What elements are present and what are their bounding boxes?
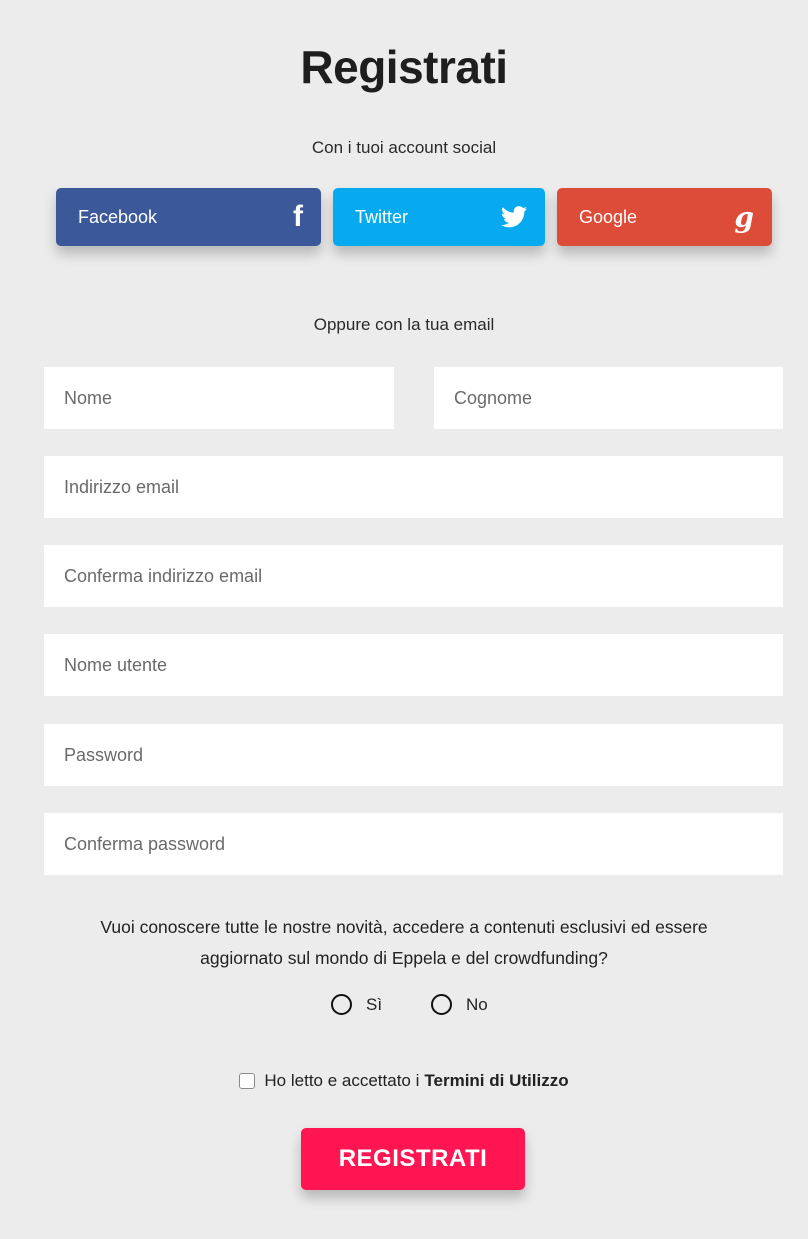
username-input[interactable] bbox=[44, 634, 783, 696]
social-heading: Con i tuoi account social bbox=[311, 138, 497, 157]
newsletter-yes-option[interactable]: Sì bbox=[331, 994, 382, 1015]
newsletter-yes-label: Sì bbox=[366, 994, 383, 1014]
terms-checkbox[interactable] bbox=[239, 1073, 256, 1089]
last-name-input[interactable] bbox=[434, 367, 783, 429]
newsletter-question-line1: Vuoi conoscere tutte le nostre novità, a… bbox=[100, 917, 708, 937]
email-confirm-input[interactable] bbox=[44, 545, 783, 607]
terms-prefix: Ho letto e accettato i bbox=[264, 1071, 420, 1090]
terms-link[interactable]: Termini di Utilizzo bbox=[424, 1071, 568, 1091]
password-input[interactable] bbox=[44, 724, 783, 786]
google-button[interactable]: Google g bbox=[557, 188, 772, 246]
newsletter-question: Vuoi conoscere tutte le nostre novità, a… bbox=[40, 912, 768, 974]
newsletter-no-option[interactable]: No bbox=[431, 994, 488, 1015]
register-button[interactable]: REGISTRATI bbox=[301, 1128, 525, 1190]
newsletter-question-line2: aggiornato sul mondo di Eppela e del cro… bbox=[200, 948, 608, 968]
email-heading: Oppure con la tua email bbox=[313, 315, 495, 334]
terms-row: Ho letto e accettato i Termini di Utiliz… bbox=[0, 1071, 808, 1091]
newsletter-yes-radio[interactable] bbox=[331, 994, 352, 1015]
facebook-icon: f bbox=[293, 200, 303, 233]
password-confirm-input[interactable] bbox=[44, 813, 783, 875]
page-title: Registrati bbox=[300, 41, 508, 93]
google-label: Google bbox=[579, 206, 638, 227]
twitter-button[interactable]: Twitter bbox=[333, 188, 545, 246]
facebook-button[interactable]: Facebook f bbox=[56, 188, 321, 246]
newsletter-no-radio[interactable] bbox=[431, 994, 452, 1015]
google-icon: g bbox=[734, 200, 754, 234]
twitter-icon bbox=[501, 206, 527, 228]
newsletter-no-label: No bbox=[466, 994, 488, 1014]
first-name-input[interactable] bbox=[44, 367, 394, 429]
twitter-label: Twitter bbox=[355, 206, 409, 227]
facebook-label: Facebook bbox=[78, 206, 158, 227]
email-input[interactable] bbox=[44, 456, 783, 518]
